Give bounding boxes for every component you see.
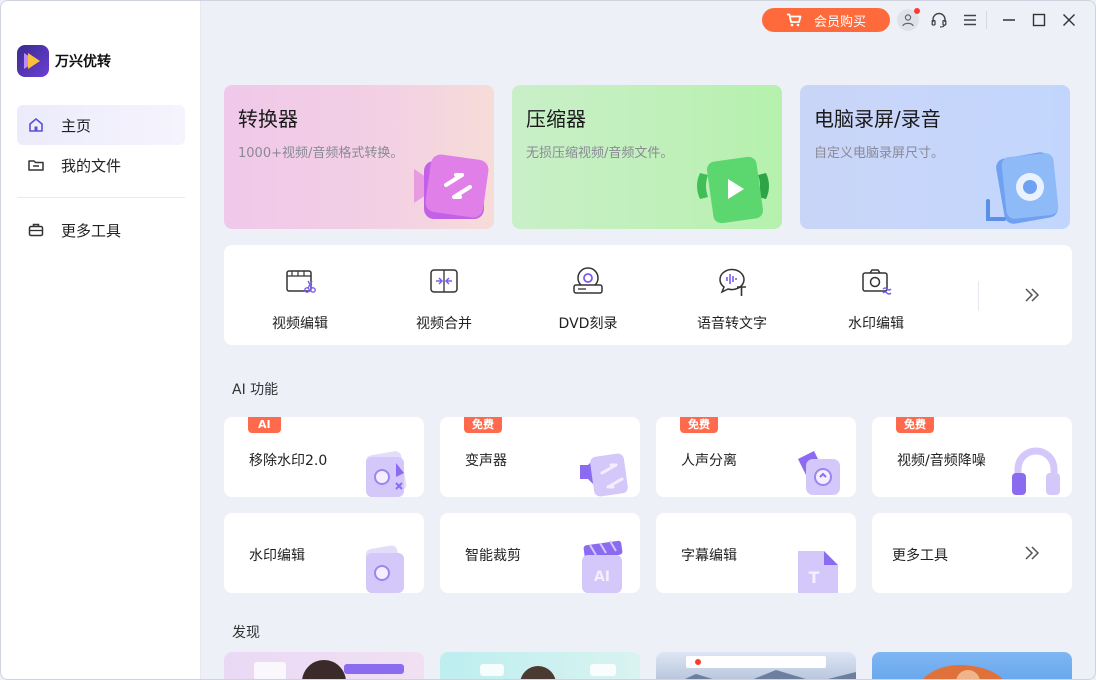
toolbox-icon <box>27 221 45 239</box>
subtitle-edit-icon: T <box>794 539 846 593</box>
free-badge: 免费 <box>464 417 502 433</box>
sidebar-item-label: 我的文件 <box>61 155 121 176</box>
minimize-button[interactable] <box>998 9 1020 31</box>
svg-text:T: T <box>809 568 820 587</box>
discover-card-1[interactable] <box>224 652 424 680</box>
ai-section-title: AI 功能 <box>232 379 278 399</box>
headphones-icon <box>1010 443 1062 497</box>
app-name: 万兴优转 <box>55 51 111 71</box>
close-icon <box>1062 13 1076 27</box>
hero-title: 压缩器 <box>526 103 768 132</box>
card-label: 更多工具 <box>892 545 948 565</box>
converter-icon <box>404 139 494 229</box>
app-logo: 万兴优转 <box>17 45 111 77</box>
video-edit-icon <box>284 265 316 297</box>
ai-card-smart-crop[interactable]: 智能裁剪 AI <box>440 513 640 593</box>
discover-card-3[interactable] <box>656 652 856 680</box>
screen-record-icon <box>980 139 1070 229</box>
hero-card-converter[interactable]: 转换器 1000+视频/音频格式转换。 <box>224 85 494 229</box>
hero-card-screen-recorder[interactable]: 电脑录屏/录音 自定义电脑录屏尺寸。 <box>800 85 1070 229</box>
speech-to-text-icon <box>716 265 748 297</box>
double-chevron-right-icon[interactable] <box>1020 283 1044 307</box>
smart-crop-icon: AI <box>578 539 630 593</box>
maximize-button[interactable] <box>1028 9 1050 31</box>
svg-text:AI: AI <box>594 569 610 585</box>
hero-title: 电脑录屏/录音 <box>814 103 1056 132</box>
sidebar-item-label: 更多工具 <box>61 220 121 241</box>
ai-card-vocal-separation[interactable]: 免费 人声分离 <box>656 417 856 497</box>
watermark-edit-icon <box>362 539 414 593</box>
avatar-icon <box>901 13 915 27</box>
vip-purchase-label: 会员购买 <box>814 11 866 30</box>
topbar-divider <box>986 11 987 29</box>
hero-card-compressor[interactable]: 压缩器 无损压缩视频/音频文件。 <box>512 85 782 229</box>
support-button[interactable] <box>928 9 950 31</box>
card-label: 移除水印2.0 <box>249 450 327 470</box>
vip-purchase-button[interactable]: 会员购买 <box>762 8 890 32</box>
discover-card-4[interactable] <box>872 652 1072 680</box>
card-label: 视频/音频降噪 <box>897 450 986 470</box>
voice-changer-icon <box>578 443 630 497</box>
sidebar: 万兴优转 主页 我的文件 更多工具 <box>1 1 201 680</box>
card-label: 变声器 <box>465 450 507 470</box>
sidebar-item-more-tools[interactable]: 更多工具 <box>17 210 185 250</box>
ai-card-remove-watermark[interactable]: AI 移除水印2.0 <box>224 417 424 497</box>
vocal-separation-icon <box>794 443 846 497</box>
card-label: 水印编辑 <box>249 545 305 565</box>
hero-title: 转换器 <box>238 103 480 132</box>
tool-label: DVD刻录 <box>514 313 662 333</box>
sidebar-divider <box>17 197 185 198</box>
dvd-icon <box>572 265 604 297</box>
discover-thumbnail-image <box>440 652 640 680</box>
discover-thumbnail-image <box>224 652 424 680</box>
app-window: 万兴优转 主页 我的文件 更多工具 <box>0 0 1096 680</box>
remove-watermark-icon <box>362 443 414 497</box>
ai-card-watermark-edit[interactable]: 水印编辑 <box>224 513 424 593</box>
tool-label: 语音转文字 <box>658 313 806 333</box>
minimize-icon <box>1002 13 1016 27</box>
tool-label: 视频编辑 <box>226 313 374 333</box>
discover-thumbnail-image <box>656 652 856 680</box>
menu-icon <box>963 14 977 26</box>
sidebar-item-my-files[interactable]: 我的文件 <box>17 145 185 185</box>
tool-video-edit[interactable]: 视频编辑 <box>226 245 374 345</box>
tool-watermark-edit[interactable]: 水印编辑 <box>802 245 950 345</box>
menu-button[interactable] <box>959 9 981 31</box>
ai-card-more-tools[interactable]: 更多工具 <box>872 513 1072 593</box>
home-icon <box>27 116 45 134</box>
tool-speech-to-text[interactable]: 语音转文字 <box>658 245 806 345</box>
ai-card-noise-reduction[interactable]: 免费 视频/音频降噪 <box>872 417 1072 497</box>
user-avatar[interactable] <box>897 9 919 31</box>
watermark-icon <box>860 265 892 297</box>
discover-section-title: 发现 <box>232 622 260 642</box>
discover-card-2[interactable] <box>440 652 640 680</box>
free-badge: 免费 <box>896 417 934 433</box>
ai-badge: AI <box>248 417 281 433</box>
headset-icon <box>930 11 948 29</box>
quick-tools-bar: 视频编辑 视频合并 DVD刻录 <box>224 245 1072 345</box>
maximize-icon <box>1032 13 1046 27</box>
sidebar-item-label: 主页 <box>61 115 91 136</box>
sidebar-item-home[interactable]: 主页 <box>17 105 185 145</box>
compressor-icon <box>692 139 782 229</box>
double-chevron-right-icon <box>1020 541 1044 565</box>
ai-card-voice-changer[interactable]: 免费 变声器 <box>440 417 640 497</box>
logo-icon <box>17 45 49 77</box>
tool-video-merge[interactable]: 视频合并 <box>370 245 518 345</box>
ai-card-subtitle-edit[interactable]: 字幕编辑 T <box>656 513 856 593</box>
tool-label: 水印编辑 <box>802 313 950 333</box>
tool-dvd-burn[interactable]: DVD刻录 <box>514 245 662 345</box>
card-label: 字幕编辑 <box>681 545 737 565</box>
free-badge: 免费 <box>680 417 718 433</box>
folder-icon <box>27 156 45 174</box>
close-button[interactable] <box>1058 9 1080 31</box>
card-label: 智能裁剪 <box>465 545 521 565</box>
card-label: 人声分离 <box>681 450 737 470</box>
tool-label: 视频合并 <box>370 313 518 333</box>
notification-dot <box>914 8 920 14</box>
tools-divider <box>978 281 979 311</box>
merge-icon <box>428 265 460 297</box>
discover-thumbnail-image <box>872 652 1072 680</box>
cart-icon <box>786 13 802 27</box>
